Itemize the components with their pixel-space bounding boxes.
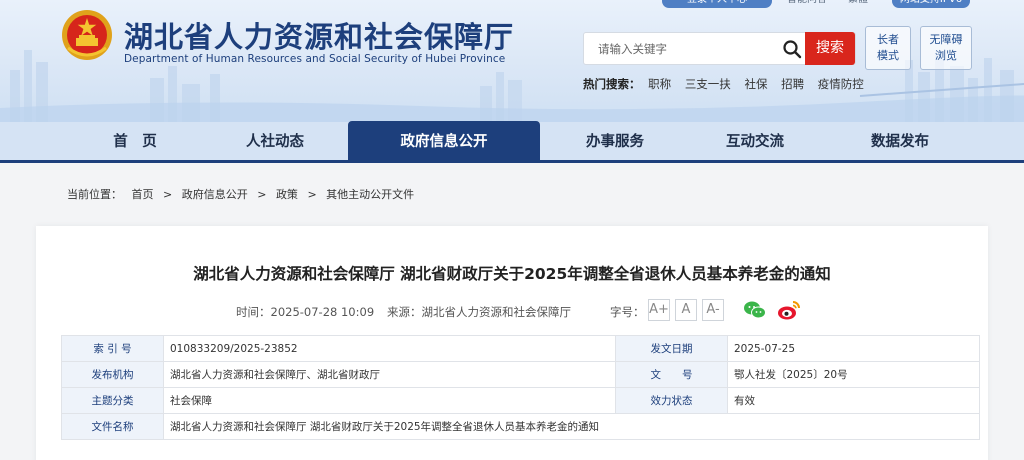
site-title: 湖北省人力资源和社会保障厅 bbox=[124, 20, 515, 54]
breadcrumb-separator: > bbox=[163, 188, 173, 201]
publisher-label: 发布机构 bbox=[61, 361, 164, 388]
hot-search: 热门搜索： 职称 三支一扶 社保 招聘 疫情防控 bbox=[583, 76, 874, 92]
breadcrumb-policy[interactable]: 政策 bbox=[276, 188, 298, 201]
breadcrumb-separator: > bbox=[307, 188, 317, 201]
validity-label: 效力状态 bbox=[615, 387, 728, 414]
elder-mode-button[interactable]: 长者 模式 bbox=[865, 26, 911, 70]
nav-news[interactable]: 人社动态 bbox=[200, 122, 350, 160]
article-title: 湖北省人力资源和社会保障厅 湖北省财政厅关于2025年调整全省退休人员基本养老金… bbox=[193, 265, 831, 283]
accessible-label-2: 浏览 bbox=[935, 49, 957, 62]
document-info-table: 索 引 号 010833209/2025-23852 发文日期 2025-07-… bbox=[61, 335, 980, 440]
file-name-label: 文件名称 bbox=[61, 413, 164, 440]
source-value: 湖北省人力资源和社会保障厅 bbox=[421, 305, 572, 319]
table-row: 文件名称 湖北省人力资源和社会保障厅 湖北省财政厅关于2025年调整全省退休人员… bbox=[61, 413, 980, 440]
login-link[interactable]: 登录个人中心 bbox=[662, 0, 772, 8]
nav-gov-info[interactable]: 政府信息公开 bbox=[348, 121, 540, 163]
file-name-value: 湖北省人力资源和社会保障厅 湖北省财政厅关于2025年调整全省退休人员基本养老金… bbox=[163, 413, 980, 440]
weibo-share-icon[interactable] bbox=[777, 299, 801, 321]
search-input[interactable] bbox=[584, 33, 784, 64]
index-label: 索 引 号 bbox=[61, 335, 164, 362]
nav-data[interactable]: 数据发布 bbox=[825, 122, 975, 160]
index-value: 010833209/2025-23852 bbox=[163, 335, 616, 362]
document-number-value: 鄂人社发〔2025〕20号 bbox=[727, 361, 980, 388]
elder-mode-label-2: 模式 bbox=[877, 49, 899, 62]
publish-time: 时间：2025-07-28 10:09 bbox=[236, 304, 374, 320]
source-label: 来源： bbox=[387, 305, 422, 319]
font-smaller-button[interactable]: A- bbox=[702, 299, 724, 321]
national-emblem-icon bbox=[62, 10, 112, 60]
breadcrumb-other-files[interactable]: 其他主动公开文件 bbox=[326, 188, 414, 201]
publish-time-value: 2025-07-28 10:09 bbox=[270, 305, 375, 319]
validity-value: 有效 bbox=[727, 387, 980, 414]
search-button[interactable]: 搜索 bbox=[805, 32, 855, 65]
breadcrumb: 当前位置： 首页 > 政府信息公开 > 政策 > 其他主动公开文件 bbox=[67, 186, 420, 202]
breadcrumb-gov-info[interactable]: 政府信息公开 bbox=[182, 188, 248, 201]
qa-link[interactable]: 智能问答 bbox=[778, 0, 836, 8]
issue-date-label: 发文日期 bbox=[615, 335, 728, 362]
breadcrumb-separator: > bbox=[257, 188, 267, 201]
document-number-label: 文 号 bbox=[615, 361, 728, 388]
font-larger-button[interactable]: A+ bbox=[648, 299, 670, 321]
hot-search-label: 热门搜索： bbox=[583, 77, 641, 91]
hot-search-item[interactable]: 社保 bbox=[744, 77, 767, 91]
top-utility-bar: 登录个人中心 智能问答 繁體 网站支持IPV6 bbox=[0, 0, 1024, 8]
publisher-value: 湖北省人力资源和社会保障厅、湖北省财政厅 bbox=[163, 361, 616, 388]
traditional-chinese-link[interactable]: 繁體 bbox=[840, 0, 876, 8]
breadcrumb-home[interactable]: 首页 bbox=[132, 188, 154, 201]
hot-search-item[interactable]: 招聘 bbox=[781, 77, 804, 91]
accessible-browsing-button[interactable]: 无障碍 浏览 bbox=[920, 26, 972, 70]
site-subtitle: Department of Human Resources and Social… bbox=[124, 53, 506, 65]
search-icon[interactable] bbox=[782, 39, 802, 59]
issue-date-value: 2025-07-25 bbox=[727, 335, 980, 362]
wechat-share-icon[interactable] bbox=[743, 299, 767, 321]
table-row: 主题分类 社会保障 效力状态 有效 bbox=[61, 387, 980, 414]
font-normal-button[interactable]: A bbox=[675, 299, 697, 321]
topic-value: 社会保障 bbox=[163, 387, 616, 414]
table-row: 索 引 号 010833209/2025-23852 发文日期 2025-07-… bbox=[61, 335, 980, 362]
publish-time-label: 时间： bbox=[236, 305, 271, 319]
nav-home[interactable]: 首 页 bbox=[60, 122, 210, 160]
elder-mode-label-1: 长者 bbox=[877, 33, 899, 46]
accessible-label-1: 无障碍 bbox=[929, 33, 963, 46]
ipv6-badge: 网站支持IPV6 bbox=[892, 0, 970, 8]
hot-search-item[interactable]: 三支一扶 bbox=[685, 77, 731, 91]
article-source: 来源：湖北省人力资源和社会保障厅 bbox=[387, 304, 571, 320]
topic-label: 主题分类 bbox=[61, 387, 164, 414]
nav-services[interactable]: 办事服务 bbox=[540, 122, 690, 160]
hot-search-item[interactable]: 职称 bbox=[648, 77, 671, 91]
breadcrumb-label: 当前位置： bbox=[67, 188, 122, 201]
table-row: 发布机构 湖北省人力资源和社会保障厅、湖北省财政厅 文 号 鄂人社发〔2025〕… bbox=[61, 361, 980, 388]
hot-search-item[interactable]: 疫情防控 bbox=[818, 77, 864, 91]
font-size-label: 字号： bbox=[610, 305, 645, 319]
nav-interaction[interactable]: 互动交流 bbox=[680, 122, 830, 160]
